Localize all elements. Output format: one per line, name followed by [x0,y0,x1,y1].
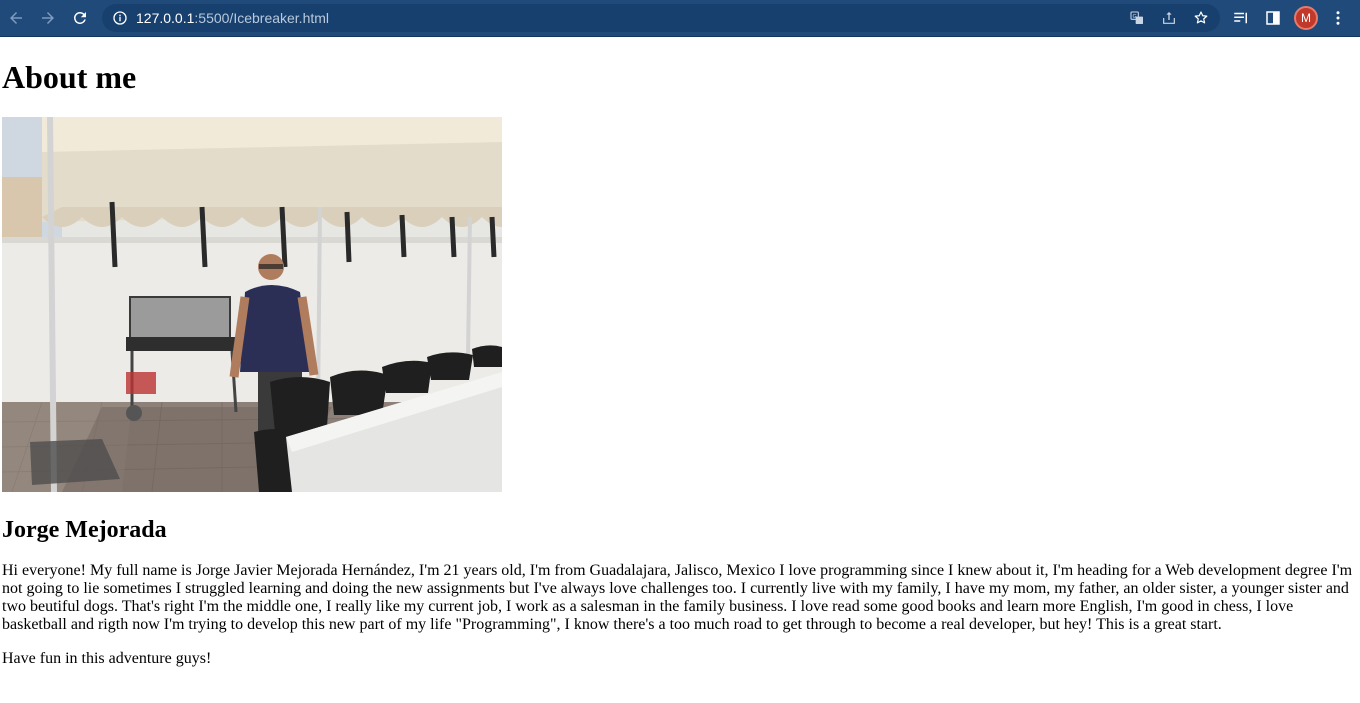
profile-avatar[interactable]: M [1294,6,1318,30]
reload-icon [73,11,86,24]
url-host: 127.0.0.1 [136,10,195,26]
url-path: :5500/Icebreaker.html [194,10,330,26]
info-icon[interactable] [112,10,128,26]
share-icon[interactable] [1160,9,1178,27]
url-text[interactable]: 127.0.0.1:5500/Icebreaker.html [136,4,329,32]
back-button[interactable] [4,6,28,30]
forward-arrow-icon [42,12,54,24]
reload-button[interactable] [68,6,92,30]
profile-photo [2,117,502,492]
page-content: About me Jorge Mejorada Hi everyone! My … [0,59,1360,668]
address-bar[interactable]: 127.0.0.1:5500/Icebreaker.html G [102,4,1220,32]
intro-paragraph: Hi everyone! My full name is Jorge Javie… [2,562,1353,633]
page-title: About me [2,59,137,95]
person-name: Jorge Mejorada [2,517,167,543]
reading-list-icon[interactable] [1231,8,1251,28]
svg-text:G: G [1132,14,1136,20]
translate-icon[interactable]: G [1128,9,1146,27]
closing-paragraph: Have fun in this adventure guys! [2,650,212,667]
browser-toolbar: 127.0.0.1:5500/Icebreaker.html G M [0,0,1360,37]
back-arrow-icon [10,12,22,24]
forward-button[interactable] [36,6,60,30]
side-panel-icon[interactable] [1263,8,1283,28]
star-icon[interactable] [1192,9,1210,27]
kebab-menu-icon[interactable] [1328,8,1348,28]
